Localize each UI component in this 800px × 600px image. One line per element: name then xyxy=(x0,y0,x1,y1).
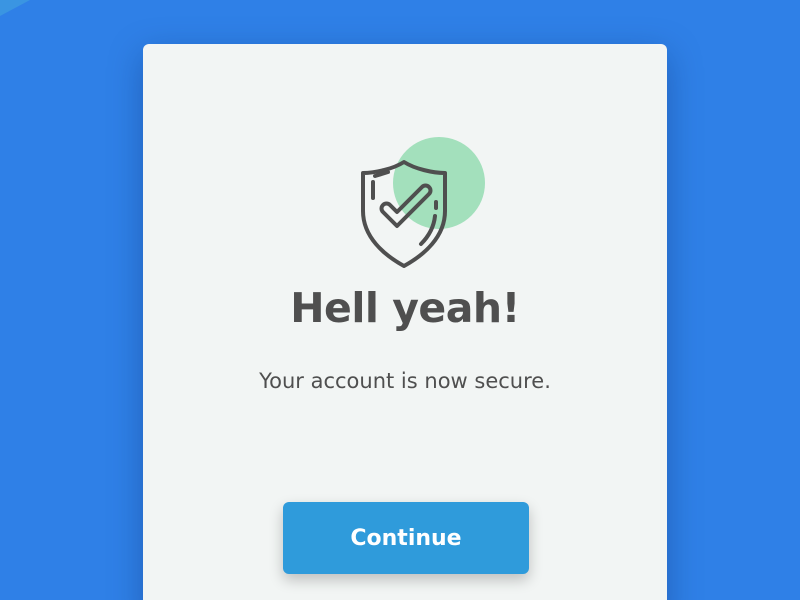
background-corner-shape xyxy=(0,0,30,16)
dialog-title: Hell yeah! xyxy=(290,284,520,332)
success-dialog: Hell yeah! Your account is now secure. C… xyxy=(143,44,667,600)
dialog-message: Your account is now secure. xyxy=(259,369,551,393)
shield-check-icon xyxy=(343,134,503,274)
continue-button[interactable]: Continue xyxy=(283,502,529,574)
